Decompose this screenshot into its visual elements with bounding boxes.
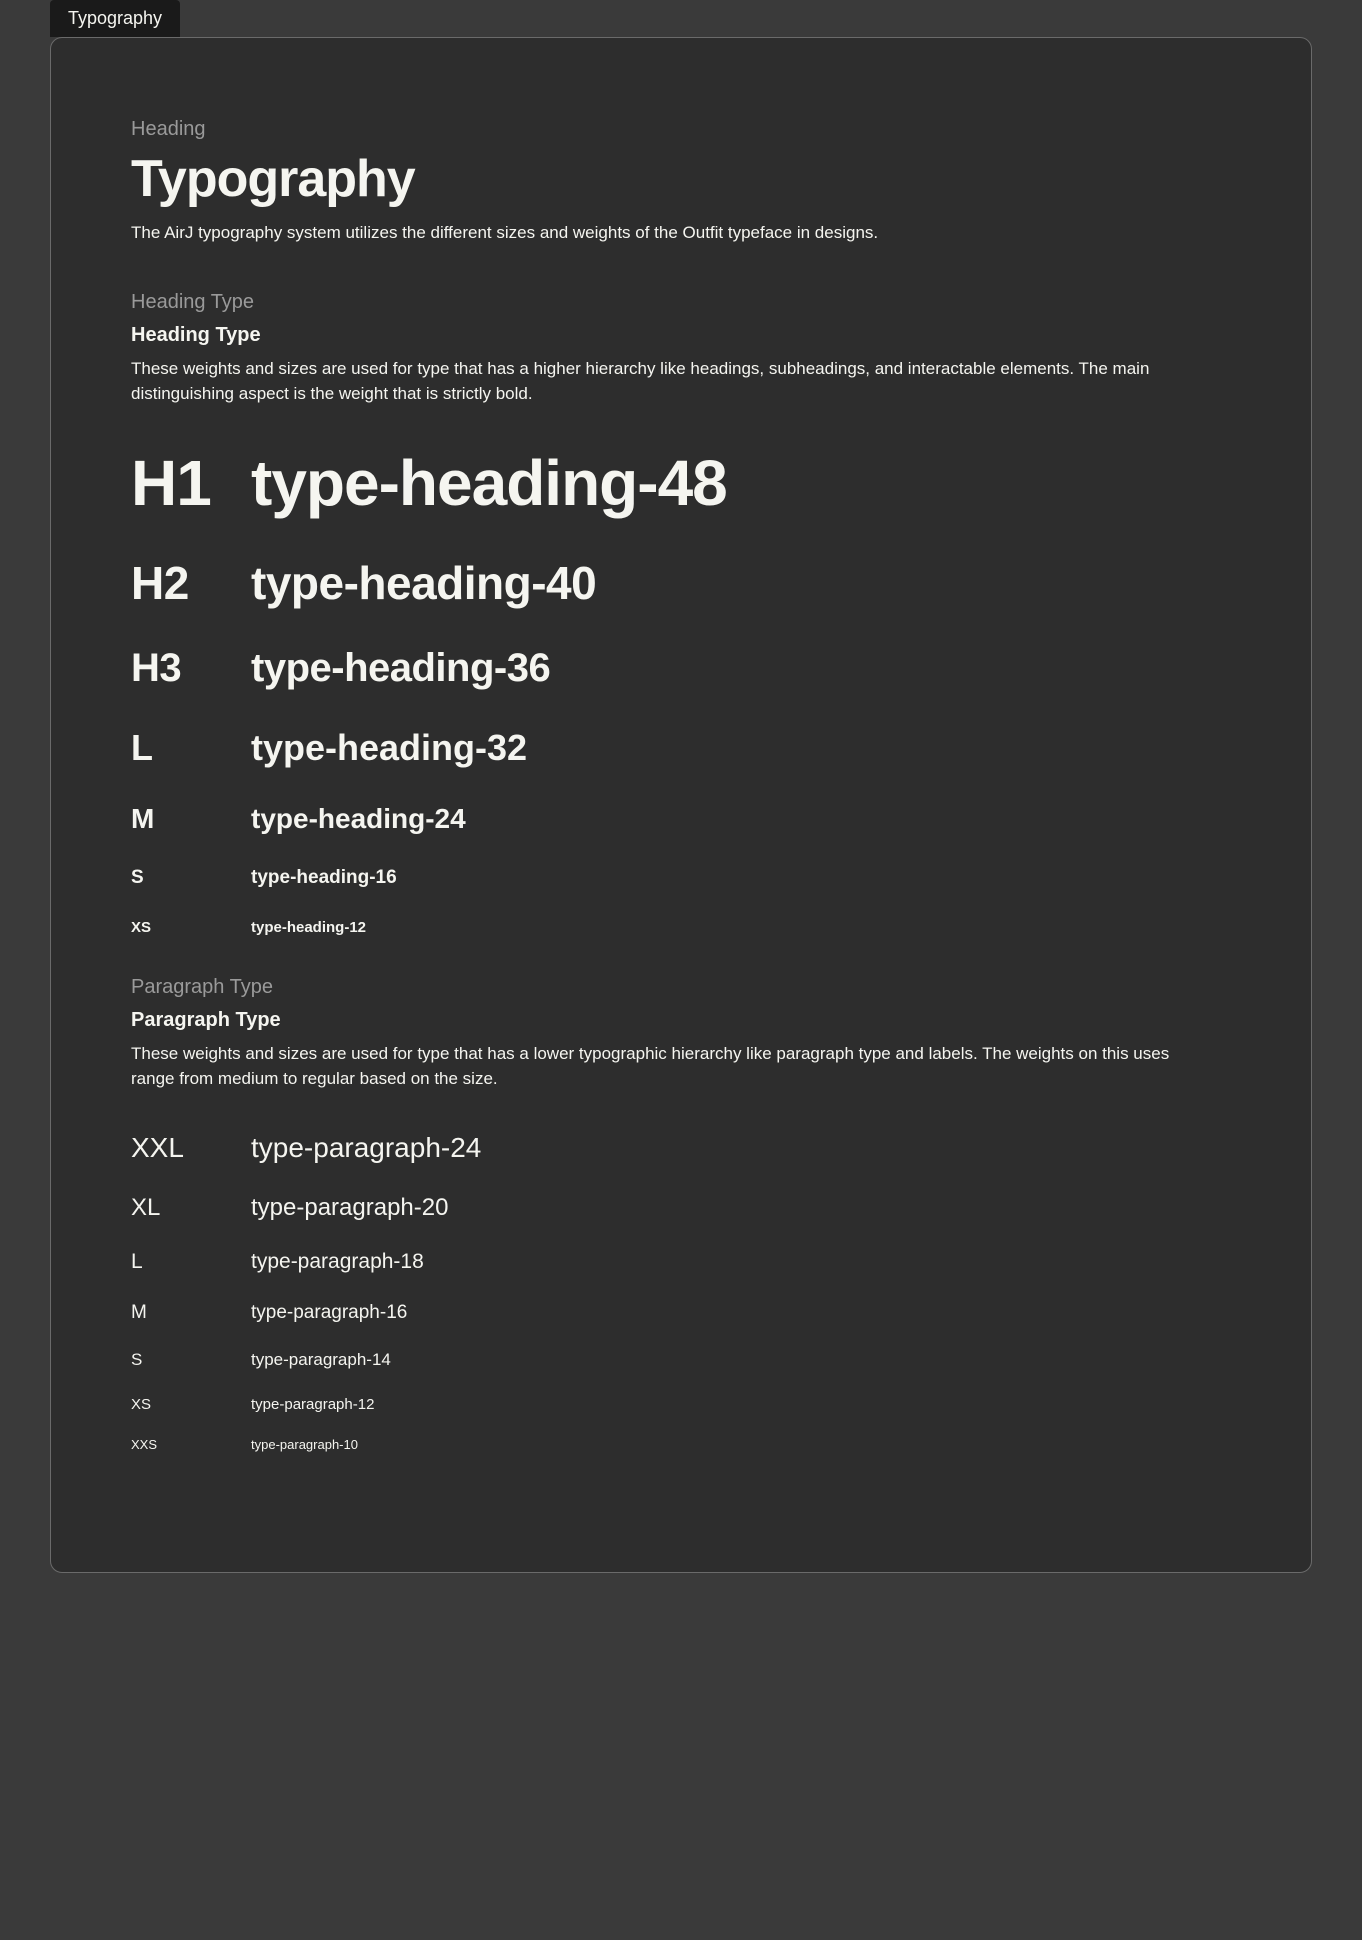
type-row-s-para: S type-paragraph-14 xyxy=(131,1350,1231,1370)
type-row-xxs: XXS type-paragraph-10 xyxy=(131,1437,1231,1452)
type-row-h3: H3 type-heading-36 xyxy=(131,646,1231,691)
type-code: M xyxy=(131,1302,251,1324)
tab-label: Typography xyxy=(68,8,162,28)
section-label-paragraph-type: Paragraph Type xyxy=(131,976,1231,999)
type-name: type-heading-48 xyxy=(251,446,1231,520)
typography-panel: Heading Typography The AirJ typography s… xyxy=(50,37,1312,1573)
heading-type-title: Heading Type xyxy=(131,324,1231,347)
type-row-xxl: XXL type-paragraph-24 xyxy=(131,1132,1231,1164)
type-name: type-paragraph-12 xyxy=(251,1396,1231,1413)
paragraph-type-title: Paragraph Type xyxy=(131,1009,1231,1032)
type-name: type-paragraph-20 xyxy=(251,1194,1231,1222)
type-name: type-heading-32 xyxy=(251,727,1231,769)
type-code: H2 xyxy=(131,556,251,610)
type-code: H3 xyxy=(131,646,251,691)
type-row-l: L type-heading-32 xyxy=(131,727,1231,769)
type-code: M xyxy=(131,803,251,835)
paragraph-type-desc: These weights and sizes are used for typ… xyxy=(131,1042,1211,1091)
type-row-l-para: L type-paragraph-18 xyxy=(131,1250,1231,1274)
type-code: XS xyxy=(131,919,251,936)
type-name: type-heading-40 xyxy=(251,556,1231,610)
type-row-xl: XL type-paragraph-20 xyxy=(131,1194,1231,1222)
type-row-m-para: M type-paragraph-16 xyxy=(131,1302,1231,1324)
type-name: type-heading-36 xyxy=(251,646,1231,691)
type-row-h2: H2 type-heading-40 xyxy=(131,556,1231,610)
type-code: H1 xyxy=(131,446,251,520)
type-code: XS xyxy=(131,1396,251,1413)
tab-typography[interactable]: Typography xyxy=(50,0,180,37)
heading-type-desc: These weights and sizes are used for typ… xyxy=(131,357,1211,406)
type-name: type-paragraph-18 xyxy=(251,1250,1231,1274)
type-row-s: S type-heading-16 xyxy=(131,867,1231,889)
type-code: L xyxy=(131,727,251,769)
section-label-heading: Heading xyxy=(131,118,1231,141)
type-row-xs: XS type-heading-12 xyxy=(131,919,1231,936)
type-code: L xyxy=(131,1250,251,1274)
type-name: type-heading-24 xyxy=(251,803,1231,835)
type-name: type-paragraph-24 xyxy=(251,1132,1231,1164)
type-row-h1: H1 type-heading-48 xyxy=(131,446,1231,520)
section-label-heading-type: Heading Type xyxy=(131,291,1231,314)
type-name: type-paragraph-16 xyxy=(251,1302,1231,1324)
type-name: type-paragraph-14 xyxy=(251,1350,1231,1370)
type-code: XXL xyxy=(131,1132,251,1164)
page-intro: The AirJ typography system utilizes the … xyxy=(131,223,1231,243)
type-name: type-heading-12 xyxy=(251,919,1231,936)
type-name: type-heading-16 xyxy=(251,867,1231,889)
page-title: Typography xyxy=(131,149,1231,209)
type-code: XL xyxy=(131,1194,251,1222)
type-code: XXS xyxy=(131,1437,251,1452)
type-code: S xyxy=(131,1350,251,1370)
type-row-m: M type-heading-24 xyxy=(131,803,1231,835)
type-name: type-paragraph-10 xyxy=(251,1437,1231,1452)
type-code: S xyxy=(131,867,251,889)
type-row-xs-para: XS type-paragraph-12 xyxy=(131,1396,1231,1413)
